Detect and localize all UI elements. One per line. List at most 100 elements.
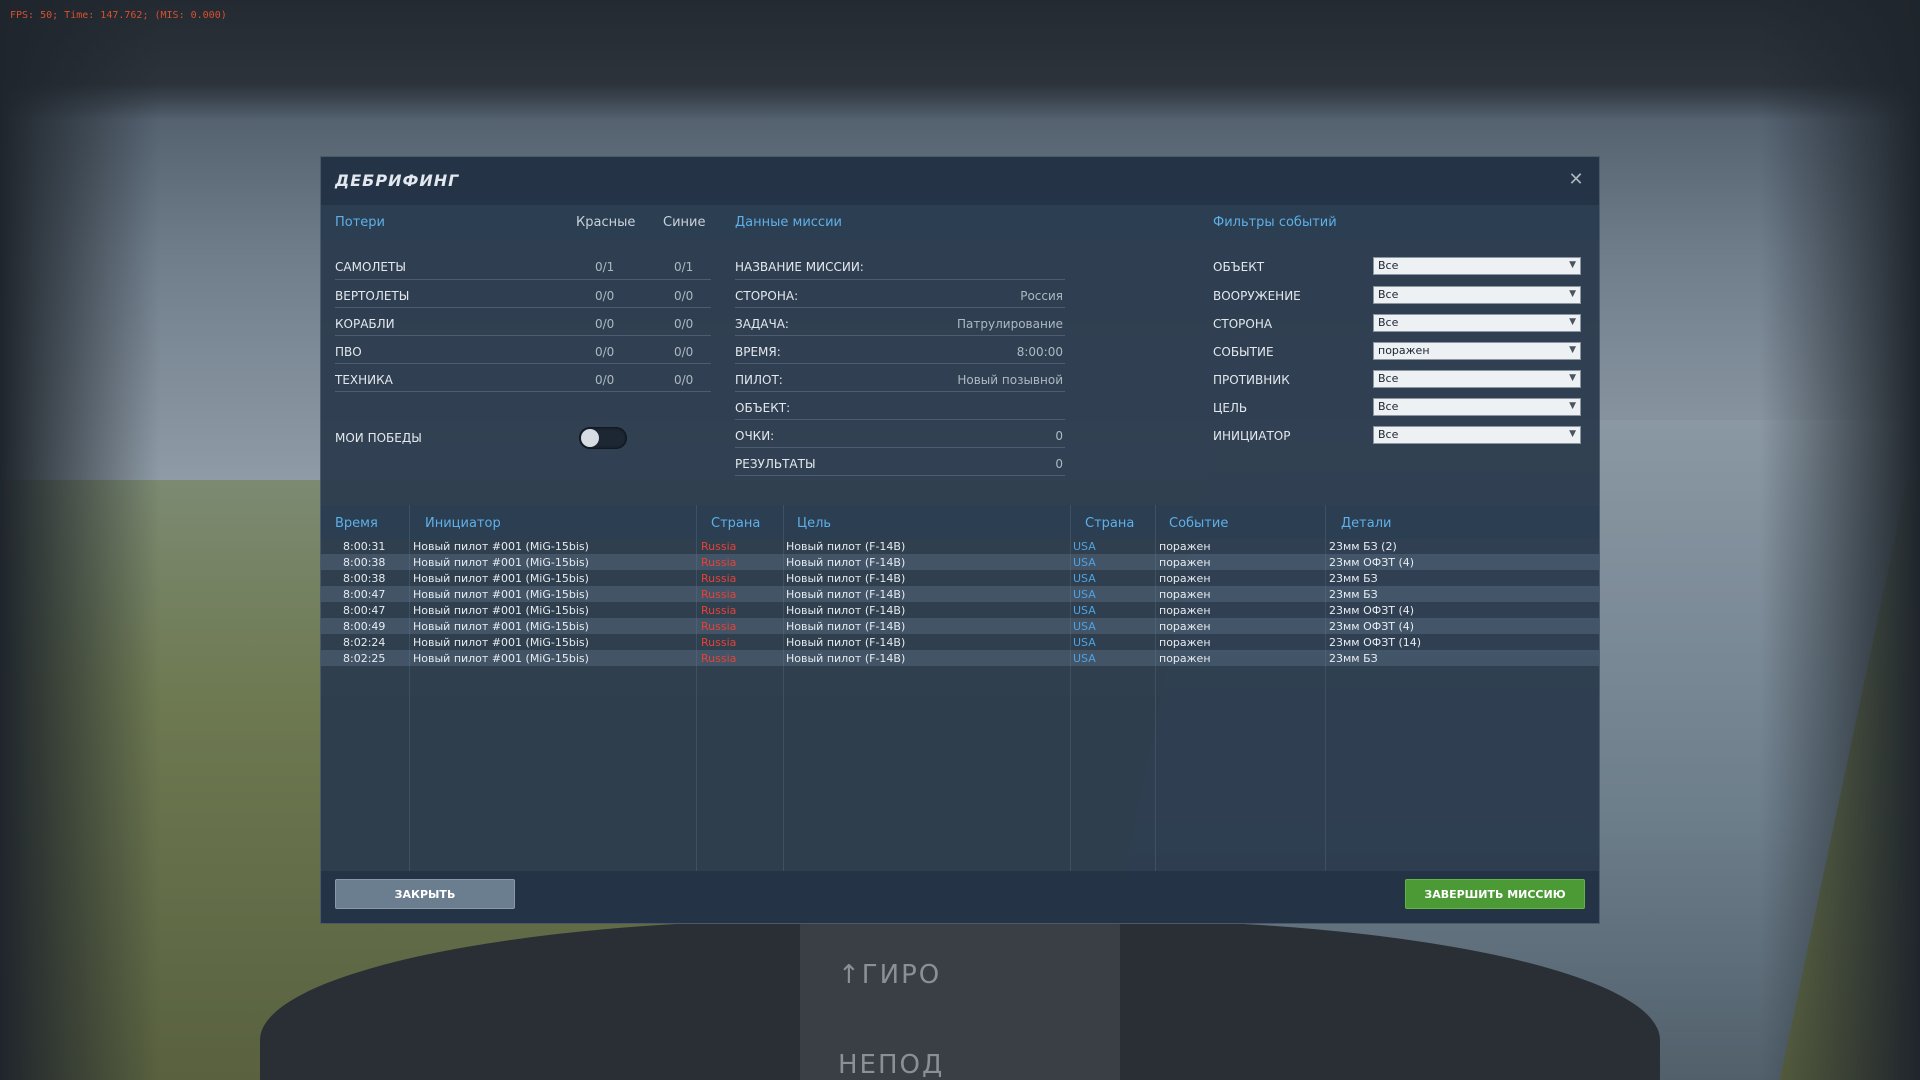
cell-time: 8:00:31 bbox=[343, 540, 386, 553]
cell-details: 23мм БЗ bbox=[1329, 588, 1378, 601]
cell-country-target: USA bbox=[1073, 572, 1096, 585]
col-target[interactable]: Цель bbox=[797, 516, 831, 531]
my-wins-toggle[interactable] bbox=[579, 427, 627, 449]
cell-country-target: USA bbox=[1073, 588, 1096, 601]
mission-data-title: Данные миссии bbox=[735, 215, 842, 230]
cell-event: поражен bbox=[1159, 604, 1211, 617]
select-value: Все bbox=[1378, 288, 1399, 301]
mission-row-label: ЗАДАЧА: bbox=[735, 317, 789, 331]
col-details[interactable]: Детали bbox=[1341, 516, 1391, 531]
filter-target-select[interactable]: Все ▼ bbox=[1373, 398, 1581, 416]
col-country-target[interactable]: Страна bbox=[1085, 516, 1134, 531]
select-value: Все bbox=[1378, 316, 1399, 329]
console-label-top: ↑ГИРО bbox=[838, 960, 942, 990]
table-row[interactable]: 8:00:49 Новый пилот #001 (MiG-15bis) Rus… bbox=[321, 618, 1599, 634]
cell-time: 8:00:47 bbox=[343, 604, 386, 617]
close-button[interactable]: ЗАКРЫТЬ bbox=[335, 879, 515, 909]
filter-object-select[interactable]: Все ▼ bbox=[1373, 257, 1581, 275]
cell-target: Новый пилот (F-14B) bbox=[786, 636, 906, 649]
cell-event: поражен bbox=[1159, 620, 1211, 633]
mission-row-value: Новый позывной bbox=[957, 373, 1063, 387]
cell-time: 8:00:49 bbox=[343, 620, 386, 633]
cell-target: Новый пилот (F-14B) bbox=[786, 620, 906, 633]
divider bbox=[735, 307, 1065, 308]
losses-row-blue: 0/0 bbox=[674, 317, 694, 331]
dialog-header: ДЕБРИФИНГ ✕ bbox=[321, 157, 1599, 205]
losses-row-red: 0/0 bbox=[595, 373, 615, 387]
losses-row-red: 0/1 bbox=[595, 260, 615, 274]
losses-row-blue: 0/0 bbox=[674, 289, 694, 303]
cell-details: 23мм ОФЗТ (4) bbox=[1329, 604, 1415, 617]
col-country-initiator[interactable]: Страна bbox=[711, 516, 760, 531]
cell-event: поражен bbox=[1159, 540, 1211, 553]
cell-target: Новый пилот (F-14B) bbox=[786, 572, 906, 585]
events-table-header bbox=[321, 505, 1599, 539]
col-event[interactable]: Событие bbox=[1169, 516, 1228, 531]
losses-row-red: 0/0 bbox=[595, 317, 615, 331]
divider bbox=[735, 363, 1065, 364]
losses-row-label: ТЕХНИКА bbox=[335, 373, 393, 387]
filter-event-select[interactable]: поражен ▼ bbox=[1373, 342, 1581, 360]
cell-initiator: Новый пилот #001 (MiG-15bis) bbox=[413, 636, 589, 649]
divider bbox=[735, 391, 1065, 392]
filter-label: ИНИЦИАТОР bbox=[1213, 429, 1291, 443]
divider bbox=[335, 335, 711, 336]
losses-row-red: 0/0 bbox=[595, 345, 615, 359]
table-row[interactable]: 8:00:38 Новый пилот #001 (MiG-15bis) Rus… bbox=[321, 554, 1599, 570]
divider bbox=[335, 279, 711, 280]
chevron-down-icon: ▼ bbox=[1569, 317, 1576, 327]
table-row[interactable]: 8:00:31 Новый пилот #001 (MiG-15bis) Rus… bbox=[321, 538, 1599, 554]
table-row[interactable]: 8:00:47 Новый пилот #001 (MiG-15bis) Rus… bbox=[321, 586, 1599, 602]
divider bbox=[335, 363, 711, 364]
divider bbox=[735, 475, 1065, 476]
filter-side-select[interactable]: Все ▼ bbox=[1373, 314, 1581, 332]
cell-country-target: USA bbox=[1073, 636, 1096, 649]
table-row[interactable]: 8:00:38 Новый пилот #001 (MiG-15bis) Rus… bbox=[321, 570, 1599, 586]
filter-enemy-select[interactable]: Все ▼ bbox=[1373, 370, 1581, 388]
cell-initiator: Новый пилот #001 (MiG-15bis) bbox=[413, 588, 589, 601]
col-initiator[interactable]: Инициатор bbox=[425, 516, 501, 531]
finish-mission-button[interactable]: ЗАВЕРШИТЬ МИССИЮ bbox=[1405, 879, 1585, 909]
table-row[interactable]: 8:02:25 Новый пилот #001 (MiG-15bis) Rus… bbox=[321, 650, 1599, 666]
cell-event: поражен bbox=[1159, 588, 1211, 601]
mission-row-value: 0 bbox=[1055, 457, 1063, 471]
cell-details: 23мм ОФЗТ (4) bbox=[1329, 620, 1415, 633]
losses-title: Потери bbox=[335, 215, 386, 230]
cell-country-target: USA bbox=[1073, 604, 1096, 617]
filter-initiator-select[interactable]: Все ▼ bbox=[1373, 426, 1581, 444]
canopy-top-frame bbox=[0, 0, 1920, 120]
canopy-right-frame bbox=[1760, 0, 1920, 1080]
mission-row-value: 8:00:00 bbox=[1016, 345, 1063, 359]
cell-country-initiator: Russia bbox=[701, 588, 737, 601]
table-row[interactable]: 8:02:24 Новый пилот #001 (MiG-15bis) Rus… bbox=[321, 634, 1599, 650]
cell-details: 23мм БЗ bbox=[1329, 572, 1378, 585]
losses-row-label: ВЕРТОЛЕТЫ bbox=[335, 289, 410, 303]
mission-row-label: ПИЛОТ: bbox=[735, 373, 783, 387]
event-filters-title: Фильтры событий bbox=[1213, 215, 1337, 230]
select-value: Все bbox=[1378, 259, 1399, 272]
divider bbox=[735, 279, 1065, 280]
losses-row-blue: 0/1 bbox=[674, 260, 694, 274]
cell-initiator: Новый пилот #001 (MiG-15bis) bbox=[413, 572, 589, 585]
cell-details: 23мм ОФЗТ (4) bbox=[1329, 556, 1415, 569]
table-row[interactable]: 8:00:47 Новый пилот #001 (MiG-15bis) Rus… bbox=[321, 602, 1599, 618]
cell-country-target: USA bbox=[1073, 652, 1096, 665]
mission-row-label: ОЧКИ: bbox=[735, 429, 775, 443]
cell-target: Новый пилот (F-14B) bbox=[786, 652, 906, 665]
filter-label: ПРОТИВНИК bbox=[1213, 373, 1290, 387]
cell-time: 8:02:24 bbox=[343, 636, 386, 649]
losses-col-blue: Синие bbox=[663, 215, 706, 230]
close-icon[interactable]: ✕ bbox=[1565, 169, 1587, 191]
cell-country-initiator: Russia bbox=[701, 572, 737, 585]
select-value: Все bbox=[1378, 400, 1399, 413]
col-time[interactable]: Время bbox=[335, 516, 378, 531]
chevron-down-icon: ▼ bbox=[1569, 429, 1576, 439]
mission-row-label: СТОРОНА: bbox=[735, 289, 799, 303]
filter-weapon-select[interactable]: Все ▼ bbox=[1373, 286, 1581, 304]
divider bbox=[735, 447, 1065, 448]
select-value: поражен bbox=[1378, 344, 1430, 357]
mission-row-label: ВРЕМЯ: bbox=[735, 345, 781, 359]
divider bbox=[735, 335, 1065, 336]
console-label-bottom: НЕПОД bbox=[838, 1050, 945, 1080]
cell-time: 8:02:25 bbox=[343, 652, 386, 665]
